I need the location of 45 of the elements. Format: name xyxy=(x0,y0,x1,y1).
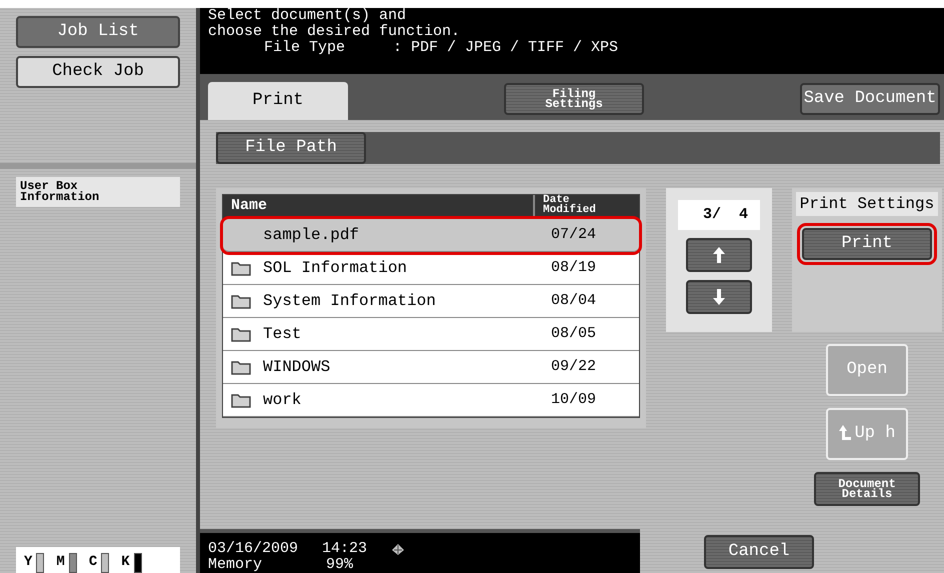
file-row[interactable]: sample.pdf 07/24 xyxy=(223,219,639,252)
scroll-up-button[interactable] xyxy=(686,238,752,272)
action-button: Up h xyxy=(826,408,908,460)
sidebar-button[interactable]: Job List xyxy=(16,16,180,48)
date-modified: 08/19 xyxy=(551,258,598,278)
cancel-button[interactable]: Cancel xyxy=(704,535,814,569)
action-button[interactable]: Document Details xyxy=(814,472,920,506)
file-type-label: File Type xyxy=(264,40,346,56)
status-time: 14:23 xyxy=(322,541,368,557)
toner-label: K xyxy=(121,553,130,572)
tab[interactable]: Save Document xyxy=(800,83,940,115)
sidebar-button[interactable]: Check Job xyxy=(16,56,180,88)
down-arrow-icon xyxy=(713,289,725,305)
file-name: SOL Information xyxy=(263,258,408,279)
memory-label: Memory xyxy=(208,557,262,573)
file-name: WINDOWS xyxy=(263,357,332,378)
up-arrow-icon xyxy=(713,247,725,263)
user-box-info-label: User Box Information xyxy=(20,181,100,203)
file-name: Test xyxy=(263,324,302,345)
up-level-arrow-icon xyxy=(838,425,851,443)
toner-label: M xyxy=(56,553,65,572)
file-type-value: : PDF / JPEG / TIFF / XPS xyxy=(393,40,618,56)
file-name: sample.pdf xyxy=(263,225,360,246)
action-button: Open xyxy=(826,344,908,396)
date-modified: 09/22 xyxy=(551,356,598,377)
date-modified: 10/09 xyxy=(551,390,598,410)
date-modified: 07/24 xyxy=(551,224,598,245)
instruction-text: Select document(s) and choose the desired function. xyxy=(208,8,462,40)
toner-label: Y xyxy=(24,553,32,572)
date-modified: 08/05 xyxy=(551,324,598,344)
print-settings-title: Print Settings xyxy=(796,192,938,216)
scroll-down-button[interactable] xyxy=(686,280,752,314)
status-icon xyxy=(391,542,406,556)
toner-label: C xyxy=(88,553,98,572)
tab[interactable]: Print xyxy=(208,82,348,120)
page-counter: 3/ 4 xyxy=(678,200,760,230)
status-date: 03/16/2009 xyxy=(208,541,298,557)
file-name: System Information xyxy=(263,291,437,312)
date-modified: 08/04 xyxy=(551,290,598,311)
file-row[interactable]: SOL Information 08/19 xyxy=(223,252,639,285)
tab[interactable]: Filing Settings xyxy=(504,83,644,115)
column-header: Name xyxy=(230,196,268,216)
file-name: work xyxy=(263,390,302,411)
memory-value: 99% xyxy=(326,557,354,573)
file-path-button[interactable]: File Path xyxy=(216,132,366,164)
